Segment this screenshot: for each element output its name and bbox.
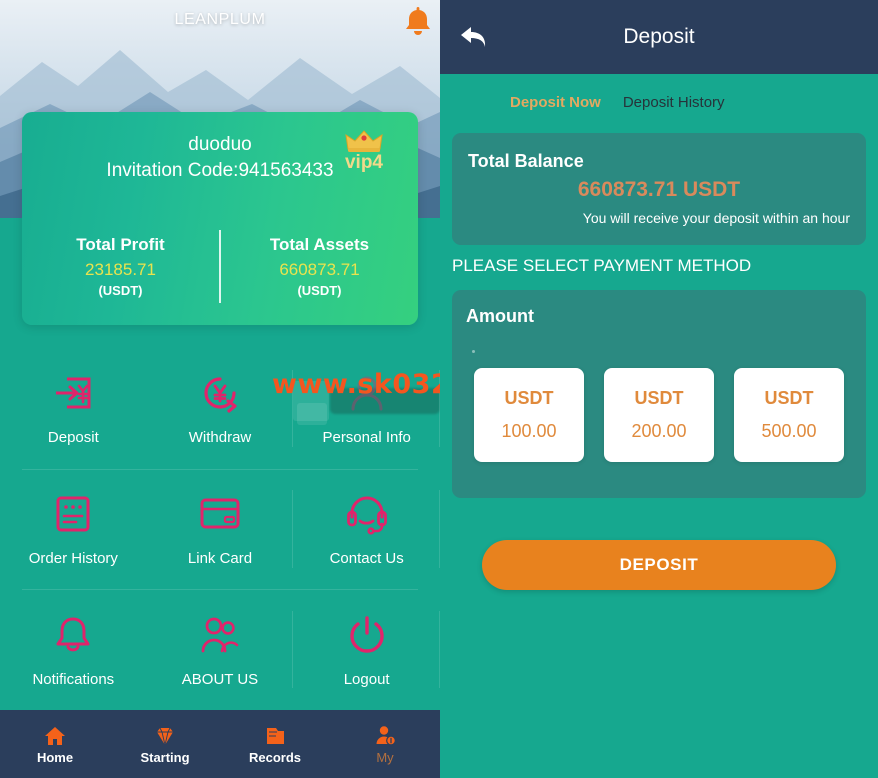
document-list-icon xyxy=(53,491,93,537)
menu-item-label: Notifications xyxy=(32,670,115,688)
balance-title: Total Balance xyxy=(468,151,584,171)
profile-summary-card: duoduo Invitation Code:941563433 vip4 To… xyxy=(22,112,418,325)
bottom-navigation-bar: Home Starting Records My xyxy=(0,710,440,778)
tab-deposit-history[interactable]: Deposit History xyxy=(623,94,725,111)
nav-item-records[interactable]: Records xyxy=(220,710,330,778)
select-payment-method-label: PLEASE SELECT PAYMENT METHOD xyxy=(452,256,752,275)
amount-option-500[interactable]: USDT 500.00 xyxy=(734,368,844,462)
back-button[interactable] xyxy=(452,15,496,59)
amount-currency: USDT xyxy=(764,388,814,408)
withdraw-circle-yen-icon xyxy=(198,370,242,416)
home-icon xyxy=(45,726,65,745)
amount-option-200[interactable]: USDT 200.00 xyxy=(604,368,714,462)
crown-icon xyxy=(345,130,383,152)
nav-item-label: Starting xyxy=(140,749,190,765)
amount-value: 100.00 xyxy=(501,421,557,441)
menu-item-label: Contact Us xyxy=(329,549,404,567)
credit-card-icon xyxy=(199,491,241,537)
nav-item-label: My xyxy=(376,749,394,765)
stat-total-profit: Total Profit 23185.71 (USDT) xyxy=(22,233,219,300)
nav-item-label: Home xyxy=(36,749,74,765)
power-icon xyxy=(346,612,388,658)
bell-icon xyxy=(53,612,93,658)
app-brand-title: LEANPLUM xyxy=(174,11,266,28)
stat-total-assets: Total Assets 660873.71 (USDT) xyxy=(221,233,418,300)
total-balance-card: Total Balance 660873.71 USDT You will re… xyxy=(452,133,866,245)
amount-value: 200.00 xyxy=(631,421,687,441)
stat-unit: (USDT) xyxy=(297,283,342,298)
nav-item-label: Records xyxy=(248,749,302,765)
menu-item-label: Logout xyxy=(343,670,390,688)
vip-level-label: vip4 xyxy=(344,152,384,173)
tab-deposit-now[interactable]: Deposit Now xyxy=(510,94,601,111)
nav-item-starting[interactable]: Starting xyxy=(110,710,220,778)
menu-item-label: Order History xyxy=(28,549,118,567)
decorative-dot xyxy=(472,350,475,353)
menu-item-deposit[interactable]: Deposit xyxy=(0,348,147,469)
menu-item-order-history[interactable]: Order History xyxy=(0,469,147,590)
bell-icon[interactable] xyxy=(400,4,436,40)
amount-option-100[interactable]: USDT 100.00 xyxy=(474,368,584,462)
people-icon xyxy=(198,612,242,658)
stat-label: Total Assets xyxy=(269,235,370,254)
profile-identity: duoduo Invitation Code:941563433 vip4 xyxy=(22,112,418,185)
menu-item-label: Link Card xyxy=(187,549,253,567)
stat-value: 660873.71 xyxy=(279,260,360,279)
amount-value: 500.00 xyxy=(761,421,817,441)
menu-item-link-card[interactable]: Link Card xyxy=(147,469,294,590)
site-watermark: www.sk032.com-尚可源码网 xyxy=(272,369,440,400)
nav-item-home[interactable]: Home xyxy=(0,710,110,778)
menu-item-logout[interactable]: Logout xyxy=(293,589,440,710)
deposit-tabs: Deposit Now Deposit History xyxy=(440,74,878,111)
menu-item-contact-us[interactable]: Contact Us xyxy=(293,469,440,590)
right-panel-deposit-screen: Deposit Deposit Now Deposit History Tota… xyxy=(440,0,878,778)
amount-currency: USDT xyxy=(504,388,554,408)
page-title: Deposit xyxy=(623,25,695,48)
amount-options: USDT 100.00 USDT 200.00 USDT 500.00 xyxy=(452,368,866,462)
deposit-submit-button[interactable]: DEPOSIT xyxy=(482,540,836,590)
menu-item-notifications[interactable]: Notifications xyxy=(0,589,147,710)
left-panel-profile-screen: LEANPLUM duoduo Invitation Code:94156343… xyxy=(0,0,440,778)
diamond-icon xyxy=(157,727,173,745)
menu-item-label: Withdraw xyxy=(188,429,252,447)
folder-icon xyxy=(267,727,284,744)
profile-menu-grid: Deposit Withdraw Personal Info Order His… xyxy=(0,348,440,710)
back-arrow-icon xyxy=(461,27,486,47)
profile-stats-row: Total Profit 23185.71 (USDT) Total Asset… xyxy=(22,230,418,303)
deposit-header: Deposit xyxy=(440,0,878,74)
amount-currency: USDT xyxy=(634,388,684,408)
stat-value: 23185.71 xyxy=(85,260,156,279)
balance-amount: 660873.71 USDT xyxy=(577,178,741,201)
amount-card-title: Amount xyxy=(466,306,534,326)
vip-badge: vip4 xyxy=(336,128,392,174)
menu-item-label: Personal Info xyxy=(322,429,411,447)
stat-label: Total Profit xyxy=(76,235,165,254)
menu-item-about-us[interactable]: ABOUT US xyxy=(147,589,294,710)
deposit-arrow-icon xyxy=(52,370,94,416)
menu-item-label: Deposit xyxy=(47,429,99,447)
menu-item-label: ABOUT US xyxy=(181,670,259,688)
balance-note: You will receive your deposit within an … xyxy=(582,210,850,226)
headset-icon xyxy=(345,491,389,537)
user-badge-icon xyxy=(376,725,396,745)
amount-selection-card: Amount USDT 100.00 USDT 200.00 USDT 500.… xyxy=(452,290,866,498)
nav-item-my[interactable]: My xyxy=(330,710,440,778)
stat-unit: (USDT) xyxy=(98,283,143,298)
